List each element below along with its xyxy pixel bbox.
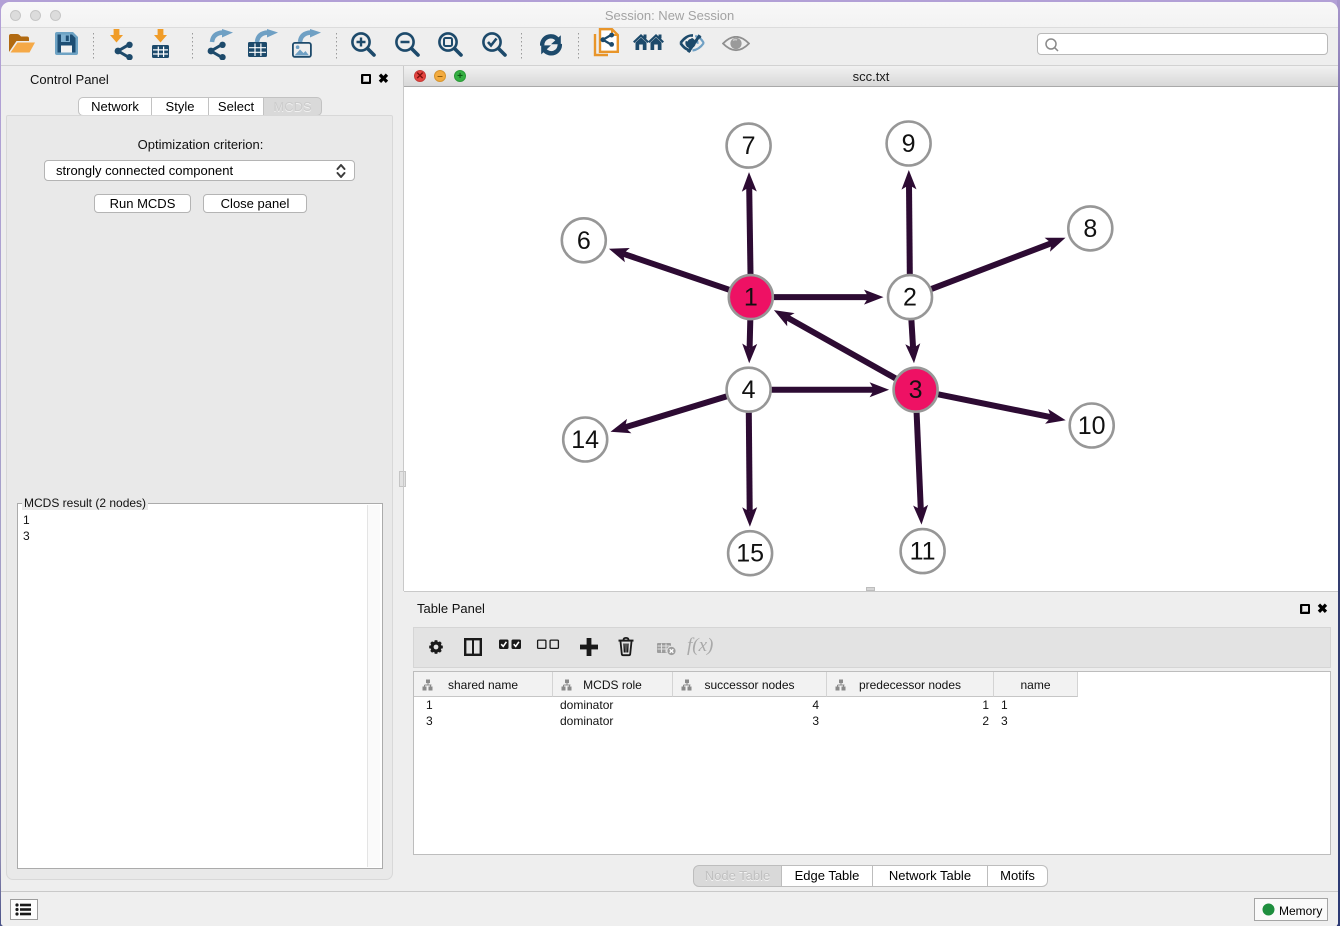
svg-text:1: 1	[744, 284, 758, 312]
svg-text:3: 3	[909, 376, 923, 404]
svg-text:14: 14	[571, 426, 599, 454]
svg-text:10: 10	[1078, 412, 1106, 440]
svg-text:2: 2	[903, 284, 917, 312]
svg-text:9: 9	[902, 130, 916, 158]
svg-text:7: 7	[742, 132, 756, 160]
svg-text:6: 6	[577, 227, 591, 255]
svg-text:11: 11	[910, 538, 936, 566]
svg-text:4: 4	[742, 376, 756, 404]
svg-text:15: 15	[736, 540, 764, 568]
svg-text:8: 8	[1083, 215, 1097, 243]
